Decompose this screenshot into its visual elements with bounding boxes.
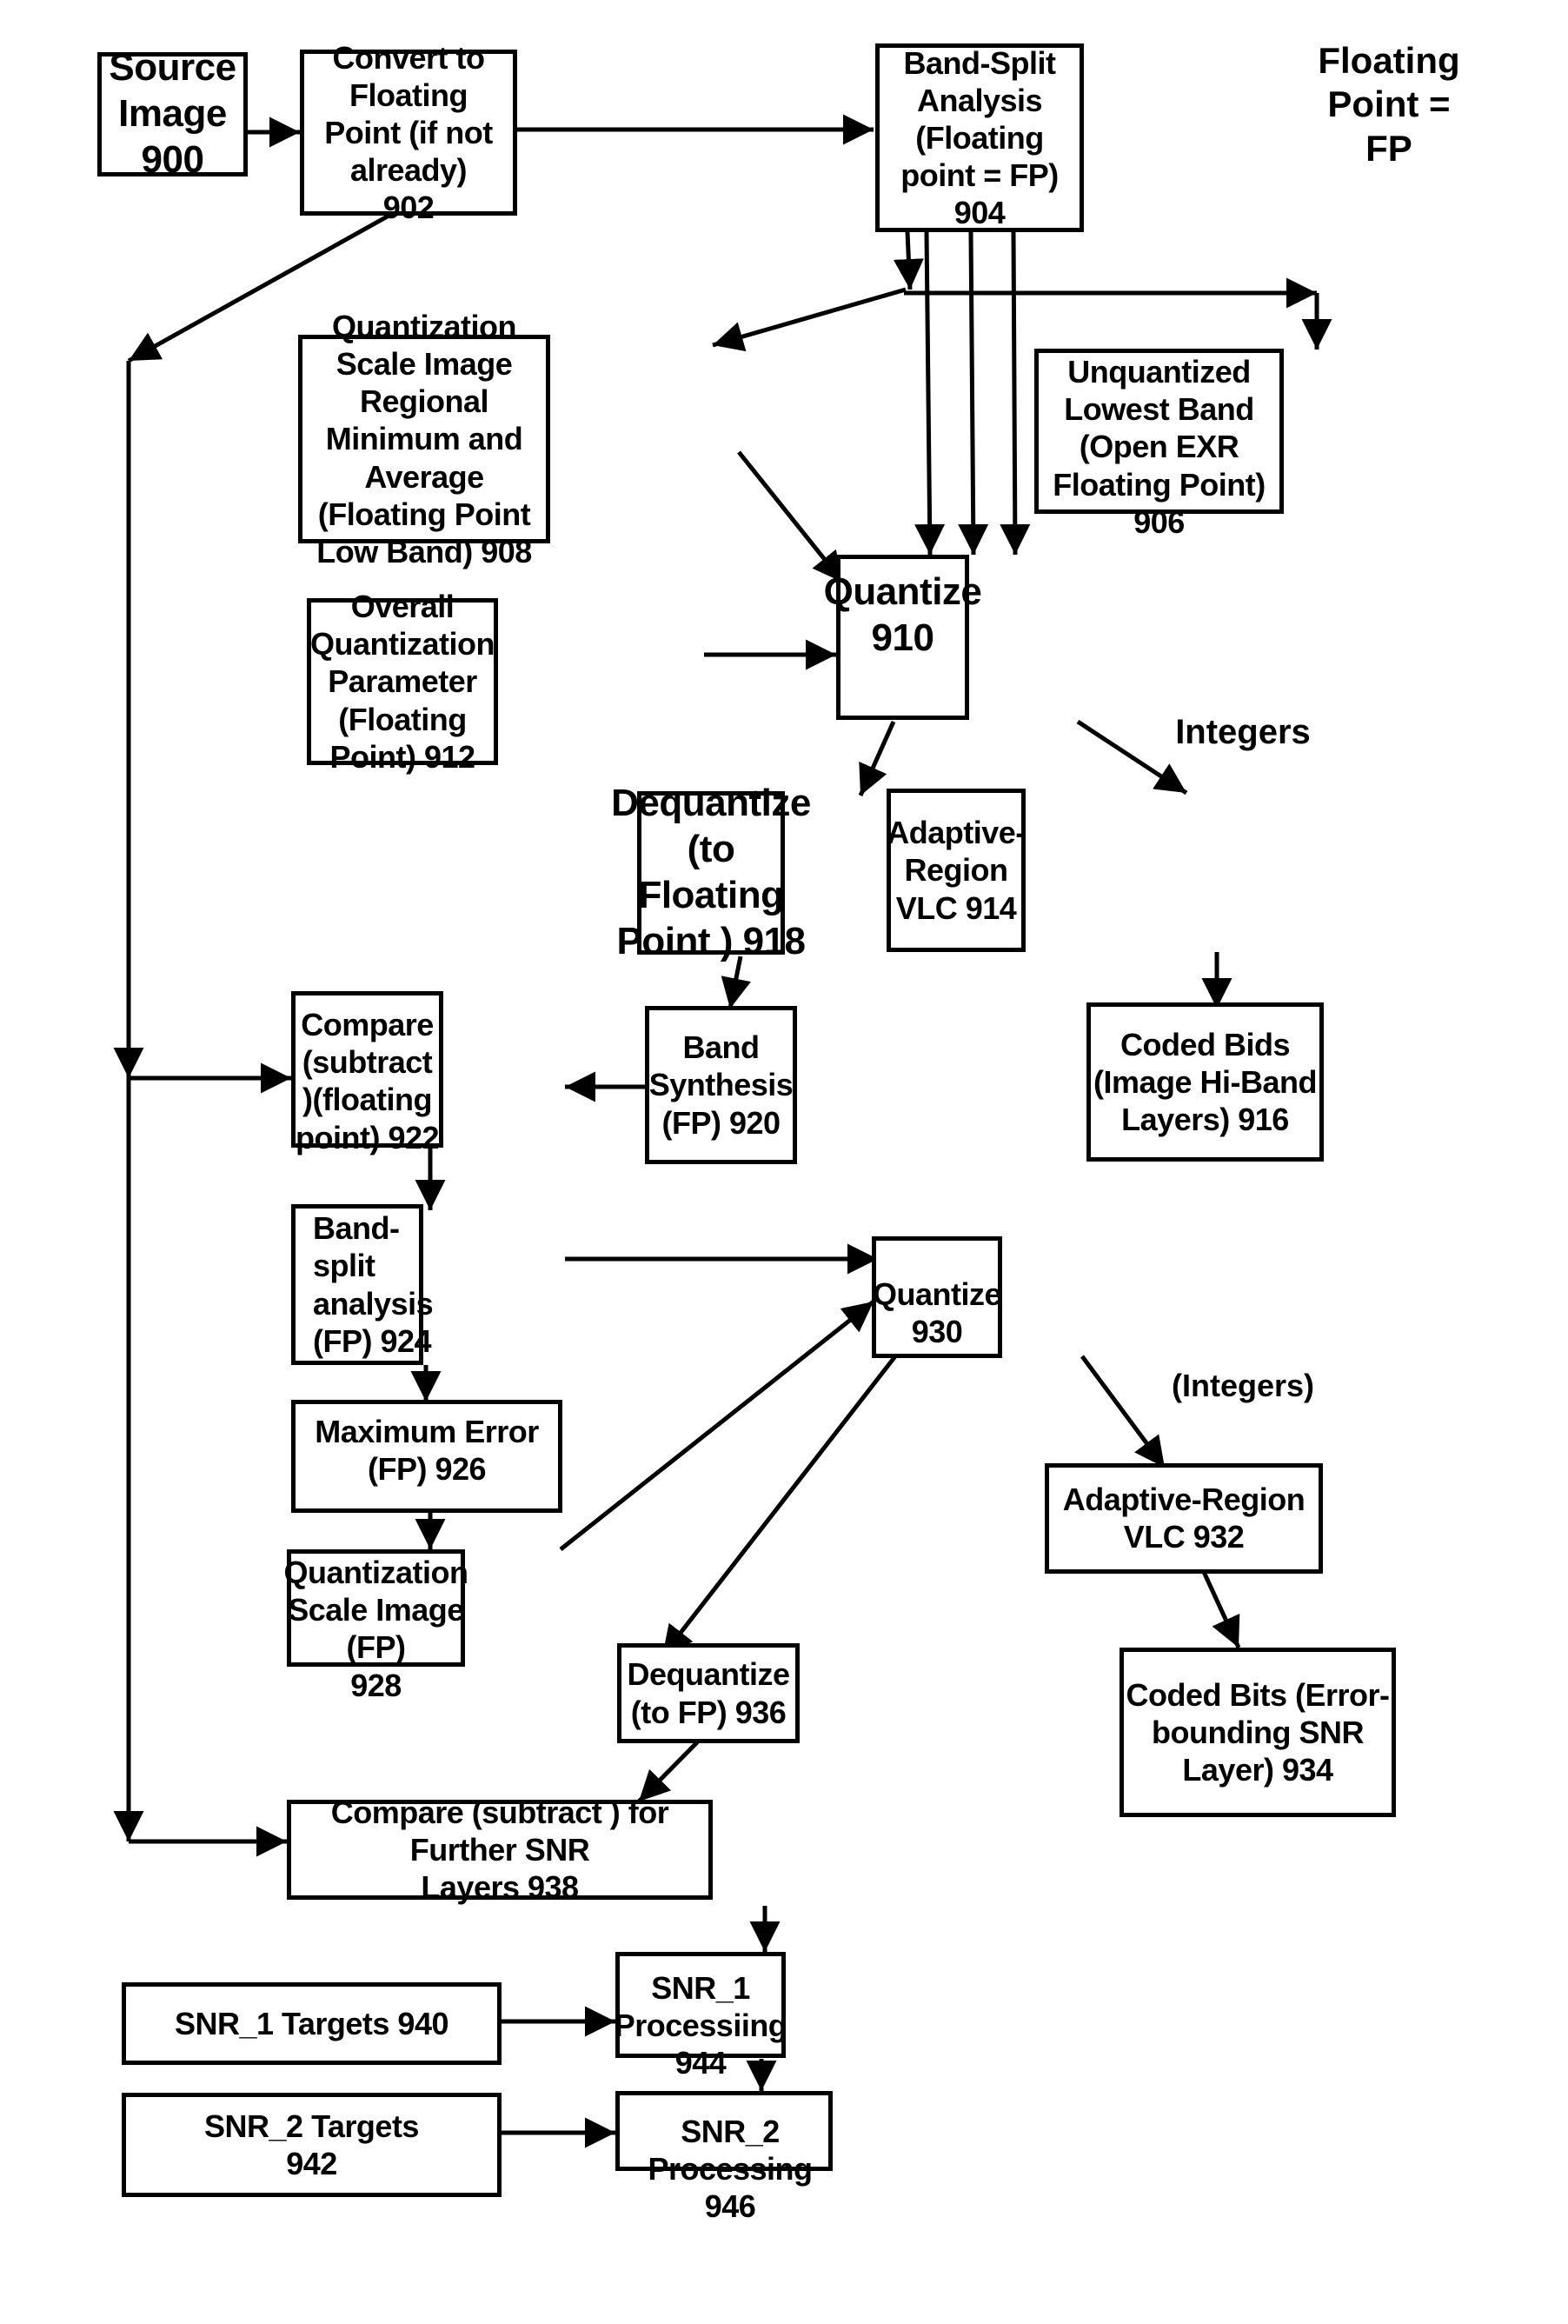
edge-904-910-a (914, 231, 946, 556)
edge-930-936 (661, 1355, 897, 1658)
edge-label-integers: Integers (1175, 713, 1311, 751)
node-coded-bits-934: Coded Bits (Error- bounding SNR Layer) 9… (1120, 1648, 1396, 1817)
edge-split-908 (712, 287, 907, 352)
edge-904-910-c (1000, 231, 1031, 556)
node-maximum-error-926: Maximum Error (FP) 926 (291, 1400, 562, 1513)
node-quantize-910: Quantize 910 (824, 555, 982, 720)
node-quant-scale-image-928: Quantization Scale Image (FP) 928 (284, 1549, 468, 1703)
node-dequantize-918: Dequantize (to Floating Point ) 918 (611, 782, 811, 962)
edge-910-918 (858, 720, 896, 797)
node-unquantized-lowest-band-906: Unquantized Lowest Band (Open EXR Floati… (1034, 349, 1284, 540)
node-compare-subtract-922: Compare (subtract )(floating point) 922 (291, 991, 443, 1155)
node-coded-bids-916: Coded Bids (Image Hi-Band Layers) 916 (1086, 1002, 1324, 1162)
edge-932-934 (1201, 1570, 1241, 1649)
node-adaptive-region-vlc-914: Adaptive- Region VLC 914 (887, 789, 1026, 952)
edge-904-910-b (958, 231, 989, 556)
node-quant-scale-image-908: Quantization Scale Image Regional Minimu… (298, 309, 550, 569)
node-convert-floating-902: Convert to Floating Point (if not alread… (300, 40, 517, 225)
edge-label-integers-paren: (Integers) (1171, 1368, 1315, 1403)
node-dequantize-936: Dequantize (to FP) 936 (617, 1643, 800, 1743)
edge-904-split (893, 231, 924, 290)
node-adaptive-region-vlc-932: Adaptive-Region VLC 932 (1045, 1463, 1323, 1574)
legend-floating-point: Floating Point = FP (1318, 40, 1460, 169)
node-band-split-analysis-924: Band-split analysis (FP) 924 (291, 1204, 434, 1365)
node-snr2-processing-946: SNR_2 Processing 946 (615, 2091, 833, 2224)
node-band-split-analysis-904: Band-Split Analysis (Floating point = FP… (875, 43, 1084, 232)
edge-910-914 (1076, 719, 1188, 796)
edge-928-930 (559, 1300, 875, 1551)
node-compare-further-snr-938: Compare (subtract ) for Further SNR Laye… (287, 1795, 713, 1905)
edge-908-910 (737, 450, 845, 584)
node-band-synthesis-920: Band Synthesis (FP) 920 (645, 1006, 797, 1164)
node-snr1-processing-944: SNR_1 Processiing 944 (615, 1952, 787, 2081)
node-snr2-targets-942: SNR_2 Targets 942 (122, 2093, 502, 2197)
node-quantize-930: Quantize 930 (872, 1236, 1002, 1358)
node-overall-quant-param-912: Overall Quantization Parameter (Floating… (307, 589, 498, 775)
edge-930-932 (1080, 1355, 1167, 1469)
node-source-image-900: Source Image 900 (97, 46, 248, 181)
edge-936-938 (637, 1740, 700, 1803)
node-snr1-targets-940: SNR_1 Targets 940 (122, 1982, 502, 2065)
